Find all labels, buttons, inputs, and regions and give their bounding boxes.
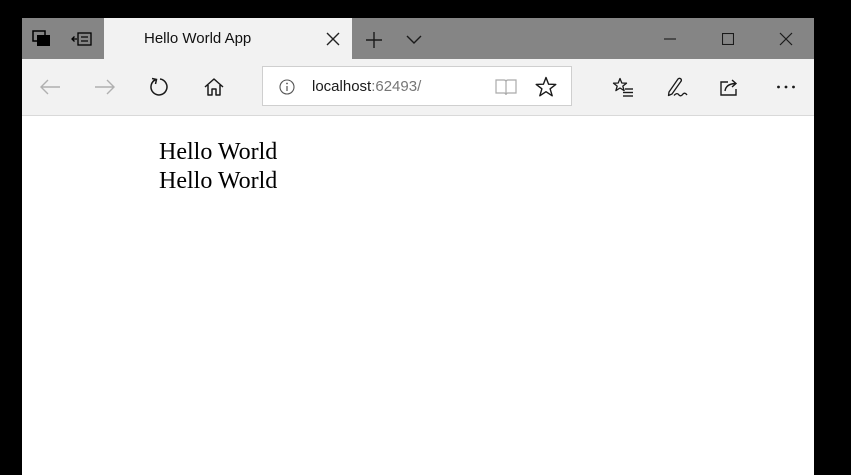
chevron-down-icon xyxy=(406,35,422,45)
page-content: Hello World Hello World xyxy=(22,116,814,475)
url-host: localhost xyxy=(312,78,372,95)
settings-and-more-button[interactable] xyxy=(768,69,804,105)
forward-button[interactable] xyxy=(87,69,123,105)
url-port-path: :62493/ xyxy=(371,78,422,95)
window-close-icon xyxy=(779,32,793,46)
reading-view-icon xyxy=(495,78,517,96)
new-tab-button[interactable] xyxy=(360,26,388,54)
share-icon xyxy=(719,77,741,97)
plus-icon xyxy=(365,31,383,49)
tab-strip: Hello World App xyxy=(22,18,814,59)
address-bar[interactable]: localhost:62493/ xyxy=(262,66,572,106)
reading-view-button[interactable] xyxy=(493,75,519,99)
forward-arrow-icon xyxy=(94,78,116,96)
tab-list-button[interactable] xyxy=(400,26,428,54)
add-to-favorites-button[interactable] xyxy=(533,75,559,99)
maximize-icon xyxy=(722,32,734,45)
close-icon xyxy=(326,32,340,46)
home-icon xyxy=(204,77,224,97)
favorites-hub-icon xyxy=(612,77,634,97)
window-close-button[interactable] xyxy=(758,18,814,59)
star-icon xyxy=(535,76,557,98)
url-text[interactable]: localhost:62493/ xyxy=(312,78,421,95)
hello-world-text: Hello World xyxy=(159,139,278,165)
share-button[interactable] xyxy=(712,69,748,105)
refresh-button[interactable] xyxy=(142,69,178,105)
back-arrow-icon xyxy=(39,78,61,96)
show-tab-previews-button[interactable] xyxy=(62,18,102,59)
close-tab-button[interactable] xyxy=(320,26,346,52)
minimize-button[interactable] xyxy=(642,18,698,59)
site-info-button[interactable] xyxy=(277,77,297,97)
back-button[interactable] xyxy=(32,69,68,105)
set-tabs-aside-icon xyxy=(32,29,52,48)
set-tabs-aside-button[interactable] xyxy=(22,18,62,59)
home-button[interactable] xyxy=(196,69,232,105)
more-icon xyxy=(776,84,796,90)
refresh-icon xyxy=(149,76,171,98)
maximize-button[interactable] xyxy=(700,18,756,59)
minimize-icon xyxy=(664,33,676,45)
add-notes-button[interactable] xyxy=(659,69,695,105)
tab-title: Hello World App xyxy=(144,30,252,47)
hello-world-text: Hello World xyxy=(159,168,278,194)
favorites-hub-button[interactable] xyxy=(605,69,641,105)
tab-hello-world[interactable]: Hello World App xyxy=(104,18,352,59)
show-tab-previews-icon xyxy=(71,31,93,47)
pen-icon xyxy=(666,76,688,98)
browser-window: Hello World App localhost:62493/ Hello W… xyxy=(22,18,814,475)
navigation-bar: localhost:62493/ xyxy=(22,59,814,116)
info-icon xyxy=(279,79,295,95)
